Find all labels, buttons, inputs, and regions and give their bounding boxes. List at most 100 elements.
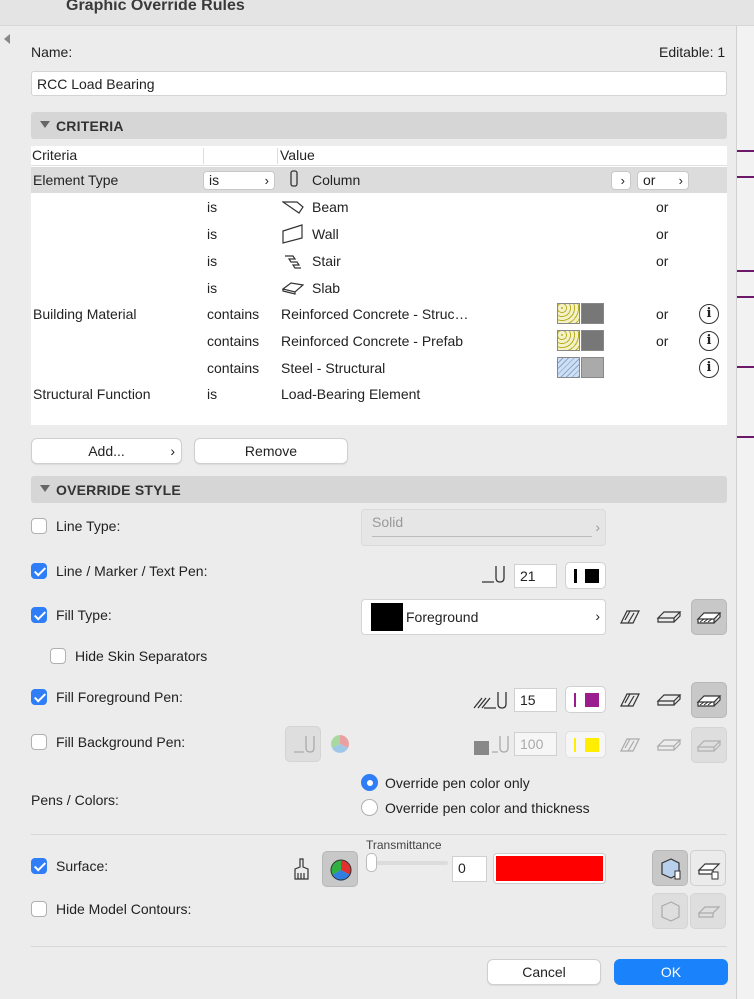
cut-fill-icon[interactable] xyxy=(619,689,641,711)
cut-fill-icon[interactable] xyxy=(619,734,641,756)
transmittance-slider-thumb[interactable] xyxy=(366,853,377,872)
surface-fill-toggle[interactable] xyxy=(691,599,727,635)
criteria-row[interactable]: Element Type is › Column › or › xyxy=(31,167,727,193)
name-input[interactable]: RCC Load Bearing xyxy=(31,71,727,96)
cover-brush-icon xyxy=(697,863,721,880)
override-pen-color-only-label: Override pen color only xyxy=(385,775,530,791)
remove-criteria-button[interactable]: Remove xyxy=(194,438,348,464)
line-pen-number[interactable]: 21 xyxy=(514,564,557,588)
criteria-row[interactable]: is Beam or xyxy=(31,194,727,220)
surface-mode-toggle[interactable] xyxy=(652,850,688,886)
criteria-row[interactable]: contains Reinforced Concrete - Prefab or… xyxy=(31,328,727,354)
fill-bg-checkbox[interactable] xyxy=(31,734,47,750)
cover-fill-icon[interactable] xyxy=(656,734,682,756)
operator-value: is xyxy=(207,253,218,269)
info-icon[interactable]: i xyxy=(699,304,719,324)
material-swatch-pattern xyxy=(557,330,580,351)
fill-type-label: Fill Type: xyxy=(56,607,112,623)
chevron-right-icon: › xyxy=(170,443,175,459)
fill-type-checkbox[interactable] xyxy=(31,607,47,623)
chevron-right-icon: › xyxy=(678,173,683,188)
surface-color-swatch[interactable] xyxy=(493,853,606,884)
paint-brush-icon[interactable] xyxy=(292,857,314,881)
cube-icon xyxy=(661,901,680,922)
line-pen-label: Line / Marker / Text Pen: xyxy=(56,563,208,579)
transmittance-input[interactable]: 0 xyxy=(452,856,487,882)
hide-contours-checkbox[interactable] xyxy=(31,901,47,917)
contour-override-toggle[interactable] xyxy=(690,893,726,929)
chevron-right-icon: › xyxy=(620,173,625,188)
chevron-right-icon: › xyxy=(264,173,269,188)
cut-fill-icon[interactable] xyxy=(619,606,641,628)
fill-type-select[interactable]: Foreground › xyxy=(361,599,606,635)
criteria-value: Reinforced Concrete - Prefab xyxy=(281,333,464,349)
fill-bg-pen-number[interactable]: 100 xyxy=(514,732,557,756)
operator-value: is xyxy=(207,280,218,296)
criteria-row[interactable]: Building Material contains Reinforced Co… xyxy=(31,301,727,327)
line-type-label: Line Type: xyxy=(56,518,121,534)
override-pen-color-only-radio[interactable] xyxy=(361,774,378,791)
override-section-header[interactable]: OVERRIDE STYLE xyxy=(31,476,727,503)
surface-override-toggle[interactable] xyxy=(690,850,726,886)
criteria-row[interactable]: contains Steel - Structural i xyxy=(31,355,727,381)
fill-bg-pen-swatch[interactable] xyxy=(565,731,606,758)
transmittance-label: Transmittance xyxy=(366,838,442,852)
conjunction-select[interactable]: or › xyxy=(637,171,689,190)
override-pen-color-thickness-radio[interactable] xyxy=(361,799,378,816)
criteria-row[interactable]: is Stair or xyxy=(31,248,727,274)
line-pen-checkbox[interactable] xyxy=(31,563,47,579)
beam-icon xyxy=(282,201,304,214)
cancel-button[interactable]: Cancel xyxy=(487,959,601,985)
conjunction-value: or xyxy=(656,333,669,349)
criteria-value: Slab xyxy=(312,280,341,296)
line-pen-swatch[interactable] xyxy=(565,562,606,589)
material-swatch-pattern xyxy=(557,357,580,378)
operator-value: is xyxy=(207,199,218,215)
material-swatch-color xyxy=(581,330,604,351)
line-type-select[interactable]: Solid › xyxy=(361,509,606,546)
surface-fill-toggle[interactable] xyxy=(691,682,727,718)
criteria-name: Structural Function xyxy=(33,386,151,402)
fill-fg-pen-number[interactable]: 15 xyxy=(514,688,557,712)
add-criteria-button[interactable]: Add... › xyxy=(31,438,182,464)
surface-checkbox[interactable] xyxy=(31,858,47,874)
collapse-arrow-icon[interactable] xyxy=(4,34,10,44)
criteria-value: Reinforced Concrete - Struc… xyxy=(281,306,469,322)
add-label: Add... xyxy=(88,443,125,459)
stair-icon xyxy=(285,255,301,269)
surface-color-picker-button[interactable] xyxy=(322,851,358,887)
color-wheel-icon[interactable] xyxy=(330,734,350,754)
pen-picker-button[interactable] xyxy=(285,726,321,762)
fill-fg-label: Fill Foreground Pen: xyxy=(56,689,183,705)
surface-fill-toggle[interactable] xyxy=(691,727,727,763)
criteria-row[interactable]: Structural Function is Load-Bearing Elem… xyxy=(31,381,727,407)
criteria-value: Beam xyxy=(312,199,349,215)
conjunction-value: or xyxy=(643,172,656,188)
contour-mode-toggle[interactable] xyxy=(652,893,688,929)
transmittance-slider[interactable] xyxy=(366,861,448,865)
override-pen-color-thickness-label: Override pen color and thickness xyxy=(385,800,590,816)
criteria-value: Stair xyxy=(312,253,341,269)
fill-fg-checkbox[interactable] xyxy=(31,689,47,705)
info-icon[interactable]: i xyxy=(699,331,719,351)
surface-fill-icon xyxy=(696,695,722,707)
col-header-value: Value xyxy=(280,147,315,163)
cover-fill-icon[interactable] xyxy=(656,606,682,628)
cube-brush-icon xyxy=(661,858,681,880)
cover-fill-icon[interactable] xyxy=(656,689,682,711)
criteria-section-header[interactable]: CRITERIA xyxy=(31,112,727,139)
hide-skin-checkbox[interactable] xyxy=(50,648,66,664)
criteria-value: Load-Bearing Element xyxy=(281,386,421,402)
operator-value: contains xyxy=(207,333,260,349)
criteria-row[interactable]: is Wall or xyxy=(31,221,727,247)
line-type-checkbox[interactable] xyxy=(31,518,47,534)
fill-fg-pen-swatch[interactable] xyxy=(565,686,606,713)
disclosure-triangle-icon xyxy=(40,485,50,492)
info-icon[interactable]: i xyxy=(699,358,719,378)
value-select-button[interactable]: › xyxy=(611,171,631,190)
ok-button[interactable]: OK xyxy=(614,959,728,985)
operator-select[interactable]: is › xyxy=(203,171,275,190)
criteria-table[interactable]: Criteria Value Element Type is › Column ›… xyxy=(31,146,727,425)
criteria-row[interactable]: is Slab xyxy=(31,275,727,301)
divider xyxy=(31,834,727,835)
